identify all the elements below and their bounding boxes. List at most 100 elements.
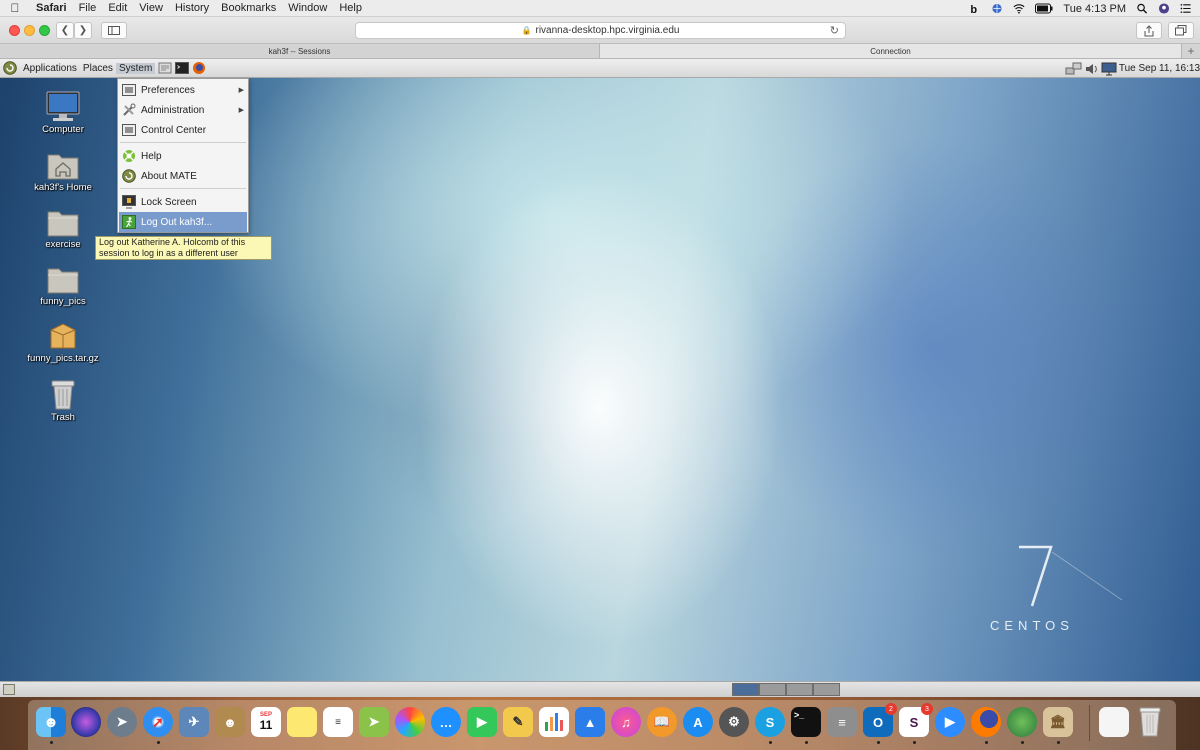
messages-icon[interactable]: … xyxy=(431,707,461,737)
spotlight-search-icon[interactable] xyxy=(1136,3,1148,14)
maps-icon[interactable]: ➤ xyxy=(359,707,389,737)
document-icon[interactable] xyxy=(1099,707,1129,737)
menu-item-administration[interactable]: Administration ▶ xyxy=(119,100,247,120)
firefox-launcher-icon[interactable] xyxy=(192,61,206,75)
sidebar-toggle-button[interactable] xyxy=(101,22,127,39)
file-manager-launcher-icon[interactable] xyxy=(158,61,172,75)
address-bar[interactable]: 🔒 rivanna-desktop.hpc.virginia.edu ↻ xyxy=(355,22,846,39)
mate-logo-icon xyxy=(122,169,136,183)
chevron-right-icon: ❯ xyxy=(78,25,88,36)
bitdefender-icon[interactable]: b xyxy=(969,3,981,14)
display-icon[interactable] xyxy=(1101,62,1117,76)
app-store-icon[interactable]: A xyxy=(683,707,713,737)
safari-icon[interactable]: ➚ xyxy=(143,707,173,737)
notification-center-icon[interactable] xyxy=(1180,3,1192,14)
menu-item-help[interactable]: Help xyxy=(119,146,247,166)
tab-sessions[interactable]: kah3f -- Sessions xyxy=(0,44,600,58)
menu-separator xyxy=(120,142,246,143)
menu-item-preferences[interactable]: Preferences ▶ xyxy=(119,80,247,100)
calculator-icon[interactable]: ≡ xyxy=(827,707,857,737)
back-button[interactable]: ❮ xyxy=(56,22,74,39)
panel-clock[interactable]: Tue Sep 11, 16:13 xyxy=(1119,63,1200,74)
photos-icon[interactable] xyxy=(395,707,425,737)
workspace-2[interactable] xyxy=(759,683,786,696)
menu-item-control-center[interactable]: Control Center xyxy=(119,120,247,140)
new-tab-button[interactable]: + xyxy=(1182,44,1200,58)
dock-trash-icon[interactable] xyxy=(1135,707,1165,737)
ibooks-icon[interactable]: 📖 xyxy=(647,707,677,737)
desktop-icon-home[interactable]: kah3f's Home xyxy=(22,151,104,193)
itunes-icon[interactable]: ♫ xyxy=(611,707,641,737)
forward-button[interactable]: ❯ xyxy=(74,22,92,39)
notes-icon[interactable] xyxy=(287,707,317,737)
zoom-window-button[interactable] xyxy=(39,25,50,36)
system-preferences-icon[interactable]: ⚙ xyxy=(719,707,749,737)
workspace-4[interactable] xyxy=(813,683,840,696)
siri-icon[interactable] xyxy=(71,707,101,737)
menu-edit[interactable]: Edit xyxy=(102,2,133,14)
reminders-icon[interactable]: ≡ xyxy=(323,707,353,737)
tab-connection[interactable]: Connection xyxy=(600,44,1182,58)
wifi-icon[interactable] xyxy=(1013,3,1025,14)
outlook-icon[interactable]: O2 xyxy=(863,703,897,737)
share-button[interactable] xyxy=(1136,22,1162,39)
tab-connection-label: Connection xyxy=(870,46,911,56)
preview-icon[interactable]: ✈ xyxy=(179,707,209,737)
menu-window[interactable]: Window xyxy=(282,2,333,14)
svg-text:b: b xyxy=(971,4,978,14)
folder-icon xyxy=(47,268,79,294)
calendar-icon[interactable]: SEP 11 xyxy=(251,707,281,737)
launchpad-icon[interactable]: ➤ xyxy=(107,707,137,737)
menu-file[interactable]: File xyxy=(73,2,103,14)
desktop-icon-trash[interactable]: Trash xyxy=(22,379,104,423)
menu-view[interactable]: View xyxy=(133,2,169,14)
network-icon[interactable] xyxy=(1065,62,1083,76)
terminal-icon[interactable]: >_ xyxy=(791,707,821,737)
skype-icon[interactable]: S xyxy=(755,707,785,737)
computer-icon xyxy=(46,91,80,121)
facetime-icon[interactable]: ▶ xyxy=(467,707,497,737)
app-menu-safari[interactable]: Safari xyxy=(30,2,73,14)
contacts-icon[interactable]: ☻ xyxy=(215,707,245,737)
panel-menu-applications[interactable]: Applications xyxy=(20,63,80,74)
minimize-window-button[interactable] xyxy=(24,25,35,36)
terminal-launcher-icon[interactable] xyxy=(175,61,190,75)
desktop-icon-computer[interactable]: Computer xyxy=(22,91,104,135)
numbers-icon[interactable] xyxy=(539,707,569,737)
menu-history[interactable]: History xyxy=(169,2,215,14)
menubar-clock[interactable]: Tue 4:13 PM xyxy=(1063,3,1126,15)
battery-icon[interactable] xyxy=(1035,3,1053,14)
uva-rotunda-icon[interactable]: 🏛 xyxy=(1043,707,1073,737)
menu-item-about-mate[interactable]: About MATE xyxy=(119,166,247,186)
running-indicator xyxy=(1057,741,1060,744)
menu-help[interactable]: Help xyxy=(333,2,368,14)
desktop-icon-funny-pics-archive[interactable]: funny_pics.tar.gz xyxy=(22,322,104,364)
zoom-icon[interactable]: ▶ xyxy=(935,707,965,737)
globe-icon[interactable] xyxy=(991,3,1003,14)
menu-bookmarks[interactable]: Bookmarks xyxy=(215,2,282,14)
close-window-button[interactable] xyxy=(9,25,20,36)
desktop-icon-funny-pics[interactable]: funny_pics xyxy=(22,265,104,307)
reload-icon[interactable]: ↻ xyxy=(830,24,839,37)
network-globe-icon[interactable] xyxy=(1007,707,1037,737)
show-desktop-button[interactable] xyxy=(3,684,15,695)
desktop-icon-exercise[interactable]: exercise xyxy=(22,208,104,250)
workspace-1[interactable] xyxy=(732,683,759,696)
menu-item-log-out[interactable]: Log Out kah3f... xyxy=(119,212,247,232)
menu-item-lock-screen[interactable]: Lock Screen xyxy=(119,192,247,212)
firefox-icon[interactable] xyxy=(971,707,1001,737)
panel-menu-places[interactable]: Places xyxy=(80,63,116,74)
help-lifebuoy-icon xyxy=(123,150,135,162)
panel-menu-system[interactable]: System xyxy=(115,62,156,74)
pages-icon[interactable]: ✎ xyxy=(503,707,533,737)
siri-user-icon[interactable] xyxy=(1158,3,1170,14)
apple-menu-icon[interactable]:  xyxy=(0,1,30,15)
keynote-icon[interactable]: ▲ xyxy=(575,707,605,737)
finder-icon[interactable]: ☻ xyxy=(36,707,66,737)
safari-toolbar: ❮ ❯ 🔒 rivanna-desktop.hpc.virginia.edu ↻ xyxy=(0,17,1200,44)
menu-item-label: Preferences xyxy=(141,84,195,96)
volume-icon[interactable] xyxy=(1085,62,1099,76)
slack-icon[interactable]: S3 xyxy=(899,703,933,737)
workspace-3[interactable] xyxy=(786,683,813,696)
tab-overview-button[interactable] xyxy=(1168,22,1194,39)
